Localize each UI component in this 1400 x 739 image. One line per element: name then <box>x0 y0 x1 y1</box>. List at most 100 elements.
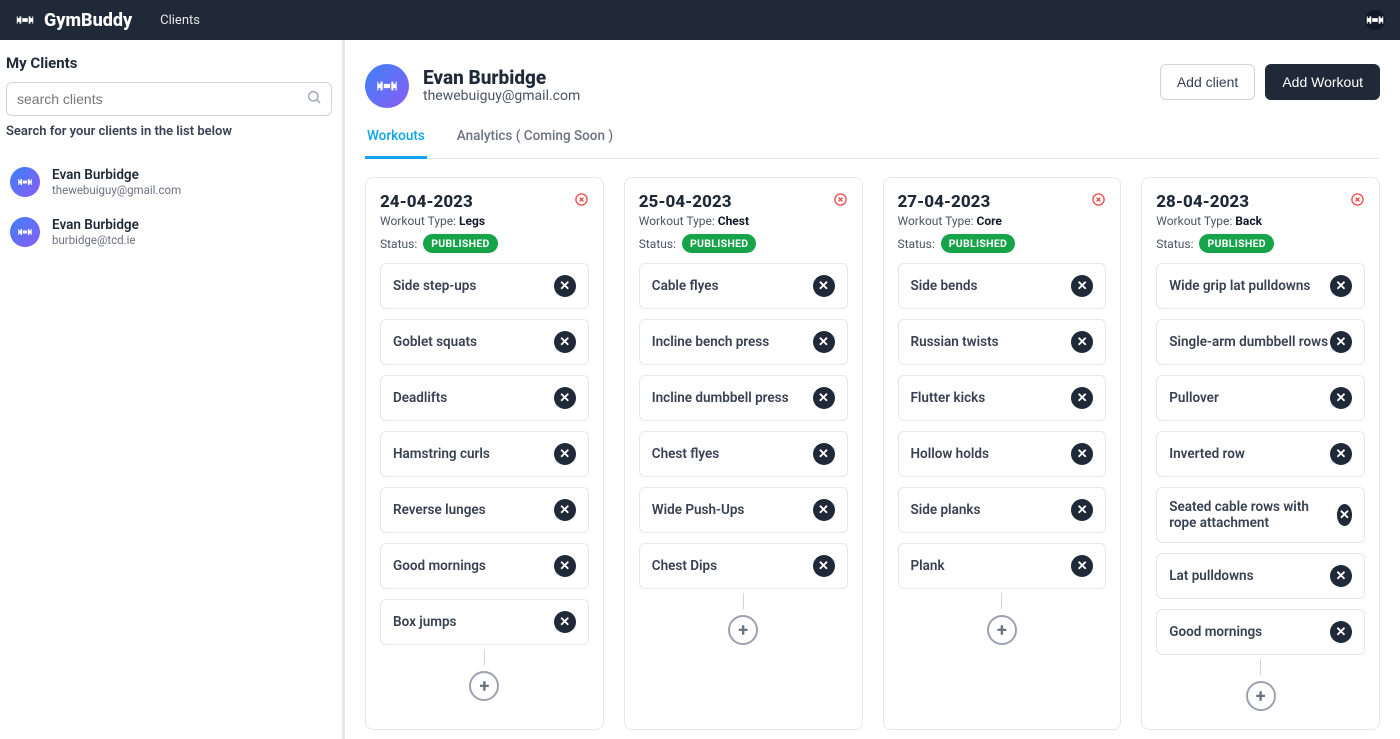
workout-type: Workout Type: Back <box>1156 214 1274 228</box>
add-exercise-button[interactable]: + <box>469 671 499 701</box>
add-exercise-button[interactable]: + <box>1246 681 1276 711</box>
remove-exercise-icon[interactable]: ✕ <box>554 611 576 633</box>
remove-exercise-icon[interactable]: ✕ <box>1071 499 1093 521</box>
workout-card: 24-04-2023Workout Type: LegsStatus: PUBL… <box>365 177 604 730</box>
exercise-row[interactable]: Plank✕ <box>898 543 1107 589</box>
exercise-row[interactable]: Seated cable rows with rope attachment✕ <box>1156 487 1365 543</box>
remove-exercise-icon[interactable]: ✕ <box>1071 331 1093 353</box>
avatar <box>365 64 409 108</box>
exercise-row[interactable]: Reverse lunges ✕ <box>380 487 589 533</box>
workout-card: 27-04-2023Workout Type: CoreStatus: PUBL… <box>883 177 1122 730</box>
remove-exercise-icon[interactable]: ✕ <box>1330 565 1352 587</box>
page-title: Evan Burbidge <box>423 68 580 89</box>
remove-exercise-icon[interactable]: ✕ <box>813 443 835 465</box>
remove-exercise-icon[interactable]: ✕ <box>1071 387 1093 409</box>
sidebar-client-item[interactable]: Evan Burbidgethewebuiguy@gmail.com <box>6 157 332 207</box>
exercise-row[interactable]: Inverted row ✕ <box>1156 431 1365 477</box>
add-workout-button[interactable]: Add Workout <box>1265 64 1380 100</box>
remove-exercise-icon[interactable]: ✕ <box>554 555 576 577</box>
remove-exercise-icon[interactable]: ✕ <box>1330 275 1352 297</box>
delete-workout-icon[interactable] <box>574 192 589 211</box>
exercise-name: Hamstring curls <box>393 446 490 462</box>
exercise-name: Deadlifts <box>393 390 447 406</box>
remove-exercise-icon[interactable]: ✕ <box>554 275 576 297</box>
status-badge: PUBLISHED <box>423 234 497 253</box>
exercise-name: Good mornings <box>1169 624 1262 640</box>
main-content: Evan Burbidge thewebuiguy@gmail.com Add … <box>345 40 1400 739</box>
exercise-row[interactable]: Flutter kicks✕ <box>898 375 1107 421</box>
header-avatar-icon[interactable] <box>1364 9 1386 31</box>
exercise-row[interactable]: Good mornings ✕ <box>1156 609 1365 655</box>
avatar <box>10 167 40 197</box>
exercise-name: Chest flyes <box>652 446 719 462</box>
exercise-row[interactable]: Side bends✕ <box>898 263 1107 309</box>
remove-exercise-icon[interactable]: ✕ <box>1071 555 1093 577</box>
divider <box>484 649 485 665</box>
remove-exercise-icon[interactable]: ✕ <box>554 499 576 521</box>
add-exercise-button[interactable]: + <box>987 615 1017 645</box>
brand[interactable]: GymBuddy <box>14 9 132 31</box>
exercise-name: Inverted row <box>1169 446 1245 462</box>
remove-exercise-icon[interactable]: ✕ <box>1071 275 1093 297</box>
exercise-name: Cable flyes <box>652 278 719 294</box>
status-badge: PUBLISHED <box>941 234 1015 253</box>
remove-exercise-icon[interactable]: ✕ <box>1330 621 1352 643</box>
exercise-row[interactable]: Incline bench press✕ <box>639 319 848 365</box>
remove-exercise-icon[interactable]: ✕ <box>813 387 835 409</box>
exercise-row[interactable]: Box jumps✕ <box>380 599 589 645</box>
sidebar: My Clients Search for your clients in th… <box>0 40 345 739</box>
exercise-row[interactable]: Goblet squats✕ <box>380 319 589 365</box>
remove-exercise-icon[interactable]: ✕ <box>1071 443 1093 465</box>
search-hint: Search for your clients in the list belo… <box>6 124 332 139</box>
exercise-row[interactable]: Single-arm dumbbell rows✕ <box>1156 319 1365 365</box>
client-email: thewebuiguy@gmail.com <box>52 183 181 197</box>
nav-clients[interactable]: Clients <box>160 13 200 28</box>
sidebar-client-item[interactable]: Evan Burbidgeburbidge@tcd.ie <box>6 207 332 257</box>
exercise-name: Wide Push-Ups <box>652 502 745 518</box>
remove-exercise-icon[interactable]: ✕ <box>554 331 576 353</box>
workout-date: 28-04-2023 <box>1156 192 1274 212</box>
exercise-row[interactable]: Lat pulldowns✕ <box>1156 553 1365 599</box>
exercise-row[interactable]: Wide Push-Ups ✕ <box>639 487 848 533</box>
remove-exercise-icon[interactable]: ✕ <box>813 275 835 297</box>
remove-exercise-icon[interactable]: ✕ <box>813 499 835 521</box>
remove-exercise-icon[interactable]: ✕ <box>1337 504 1352 526</box>
remove-exercise-icon[interactable]: ✕ <box>1330 331 1352 353</box>
exercise-row[interactable]: Chest Dips✕ <box>639 543 848 589</box>
add-exercise-button[interactable]: + <box>728 615 758 645</box>
delete-workout-icon[interactable] <box>1350 192 1365 211</box>
workout-type: Workout Type: Legs <box>380 214 498 228</box>
remove-exercise-icon[interactable]: ✕ <box>1330 443 1352 465</box>
exercise-row[interactable]: Cable flyes ✕ <box>639 263 848 309</box>
exercise-row[interactable]: Side step-ups✕ <box>380 263 589 309</box>
exercise-row[interactable]: Russian twists ✕ <box>898 319 1107 365</box>
exercise-name: Russian twists <box>911 334 999 350</box>
remove-exercise-icon[interactable]: ✕ <box>1330 387 1352 409</box>
exercise-row[interactable]: Wide grip lat pulldowns✕ <box>1156 263 1365 309</box>
exercise-row[interactable]: Pullover✕ <box>1156 375 1365 421</box>
workout-date: 25-04-2023 <box>639 192 757 212</box>
delete-workout-icon[interactable] <box>1091 192 1106 211</box>
exercise-row[interactable]: Hamstring curls ✕ <box>380 431 589 477</box>
remove-exercise-icon[interactable]: ✕ <box>554 387 576 409</box>
add-client-button[interactable]: Add client <box>1160 64 1255 100</box>
client-name: Evan Burbidge <box>52 217 139 233</box>
exercise-row[interactable]: Incline dumbbell press✕ <box>639 375 848 421</box>
exercise-name: Reverse lunges <box>393 502 486 518</box>
remove-exercise-icon[interactable]: ✕ <box>554 443 576 465</box>
exercise-row[interactable]: Side planks✕ <box>898 487 1107 533</box>
workout-card: 25-04-2023Workout Type: ChestStatus: PUB… <box>624 177 863 730</box>
exercise-row[interactable]: Hollow holds✕ <box>898 431 1107 477</box>
exercise-row[interactable]: Good mornings✕ <box>380 543 589 589</box>
exercise-row[interactable]: Deadlifts ✕ <box>380 375 589 421</box>
remove-exercise-icon[interactable]: ✕ <box>813 331 835 353</box>
exercise-row[interactable]: Chest flyes ✕ <box>639 431 848 477</box>
remove-exercise-icon[interactable]: ✕ <box>813 555 835 577</box>
tabs: Workouts Analytics ( Coming Soon ) <box>365 118 1380 159</box>
tab-workouts[interactable]: Workouts <box>365 118 427 159</box>
delete-workout-icon[interactable] <box>833 192 848 211</box>
search-input[interactable] <box>6 82 332 116</box>
tab-analytics[interactable]: Analytics ( Coming Soon ) <box>455 118 615 158</box>
workout-status: Status: PUBLISHED <box>898 234 1016 253</box>
topbar: GymBuddy Clients <box>0 0 1400 40</box>
